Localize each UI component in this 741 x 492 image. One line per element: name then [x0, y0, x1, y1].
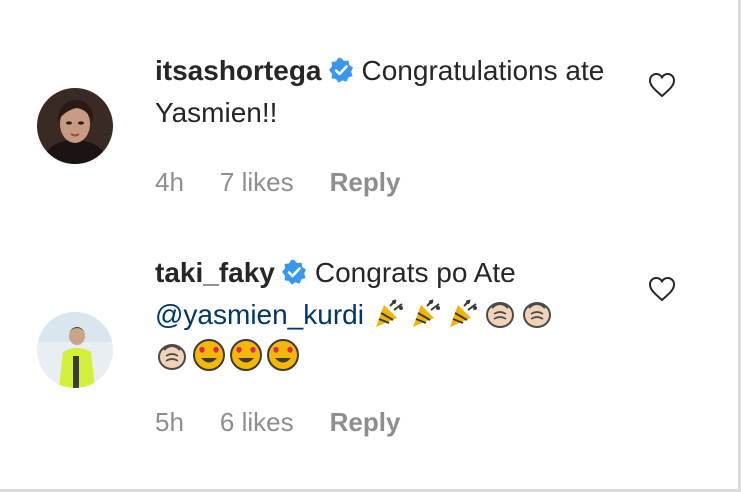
verified-badge-icon	[281, 259, 306, 285]
emoji-row-1	[372, 299, 557, 330]
clapping-hands-icon	[485, 302, 514, 328]
comment-time: 5h	[155, 407, 184, 437]
comment-likes[interactable]: 7 likes	[220, 167, 294, 198]
comment-time: 4h	[155, 167, 184, 197]
heart-eyes-icon	[267, 339, 299, 371]
comment-body: Congrats po Ate	[314, 257, 516, 288]
party-popper-icon	[412, 299, 440, 327]
comment-text: itsashortega Congratulations ate Yasmien!…	[155, 50, 625, 134]
verified-badge-icon	[328, 57, 353, 83]
party-popper-icon	[449, 299, 477, 327]
comment-meta: 5h 6 likes Reply	[155, 407, 400, 438]
avatar[interactable]	[37, 312, 113, 388]
mention-link[interactable]: @yasmien_kurdi	[155, 299, 364, 330]
clapping-hands-icon	[158, 344, 186, 370]
heart-eyes-icon	[230, 339, 262, 371]
party-popper-icon	[375, 299, 403, 327]
heart-icon[interactable]	[648, 72, 676, 98]
heart-eyes-icon	[193, 339, 225, 371]
clapping-hands-icon	[522, 302, 551, 328]
comment-meta: 4h 7 likes Reply	[155, 167, 400, 198]
comment-username[interactable]: taki_faky	[155, 257, 275, 288]
comment-text: taki_faky Congrats po Ate @yasmien_kurdi	[155, 252, 625, 378]
heart-icon[interactable]	[648, 276, 676, 302]
reply-button[interactable]: Reply	[330, 407, 401, 438]
avatar[interactable]	[37, 88, 113, 164]
reply-button[interactable]: Reply	[330, 167, 401, 198]
emoji-row-2	[155, 339, 303, 372]
comment-username[interactable]: itsashortega	[155, 55, 322, 86]
comment-likes[interactable]: 6 likes	[220, 407, 294, 438]
